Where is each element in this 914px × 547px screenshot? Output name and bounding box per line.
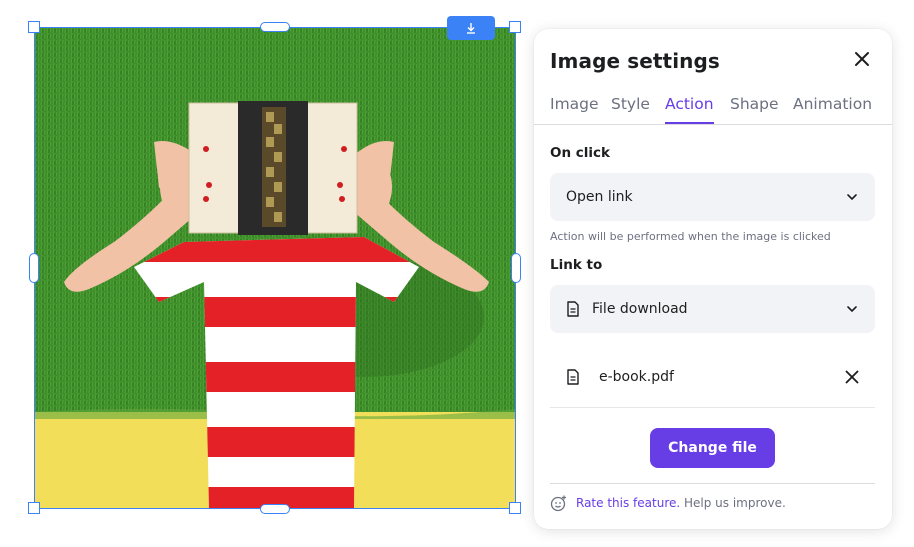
download-icon [467,23,475,34]
download-badge[interactable] [447,16,495,40]
close-icon [855,52,869,66]
smiley-plus-icon [550,495,566,512]
on-click-label: On click [550,145,611,161]
resize-handle-left[interactable] [29,253,39,283]
divider [550,483,875,484]
feedback-help-text: Help us improve. [680,496,786,510]
resize-handle-top[interactable] [260,22,290,32]
tab-bar: Image Style Action Shape Animation [534,95,892,125]
rate-feature-link[interactable]: Rate this feature. [576,496,680,510]
resize-handle-bottom-left[interactable] [28,502,40,514]
document-icon [567,369,579,385]
photo-reading-woman [34,27,516,509]
on-click-select[interactable]: Open link [550,173,875,221]
link-to-select[interactable]: File download [550,285,875,333]
tab-animation[interactable]: Animation [793,95,872,124]
tab-style[interactable]: Style [611,95,650,124]
resize-handle-bottom[interactable] [260,504,290,514]
tab-shape[interactable]: Shape [730,95,779,124]
image-settings-panel: Image settings Image Style Action Shape … [534,29,892,529]
attached-file-row: e-book.pdf [550,347,875,408]
chevron-down-icon [847,306,857,313]
tab-image[interactable]: Image [550,95,599,124]
resize-handle-top-left[interactable] [28,21,40,33]
on-click-helper: Action will be performed when the image … [550,230,831,243]
feedback-row: Rate this feature. Help us improve. [550,493,786,513]
canvas-image[interactable] [34,27,516,509]
link-to-label: Link to [550,257,603,273]
resize-handle-top-right[interactable] [509,21,521,33]
file-name: e-book.pdf [599,369,674,385]
tab-action[interactable]: Action [665,95,714,124]
resize-handle-right[interactable] [511,253,521,283]
remove-file-button[interactable] [842,367,862,387]
link-to-value: File download [592,301,688,317]
resize-handle-bottom-right[interactable] [509,502,521,514]
close-button[interactable] [850,47,874,71]
close-icon [845,370,859,384]
chevron-down-icon [847,194,857,201]
document-icon [567,301,579,317]
change-file-button[interactable]: Change file [650,428,775,468]
on-click-value: Open link [566,189,633,205]
panel-title: Image settings [550,49,720,73]
